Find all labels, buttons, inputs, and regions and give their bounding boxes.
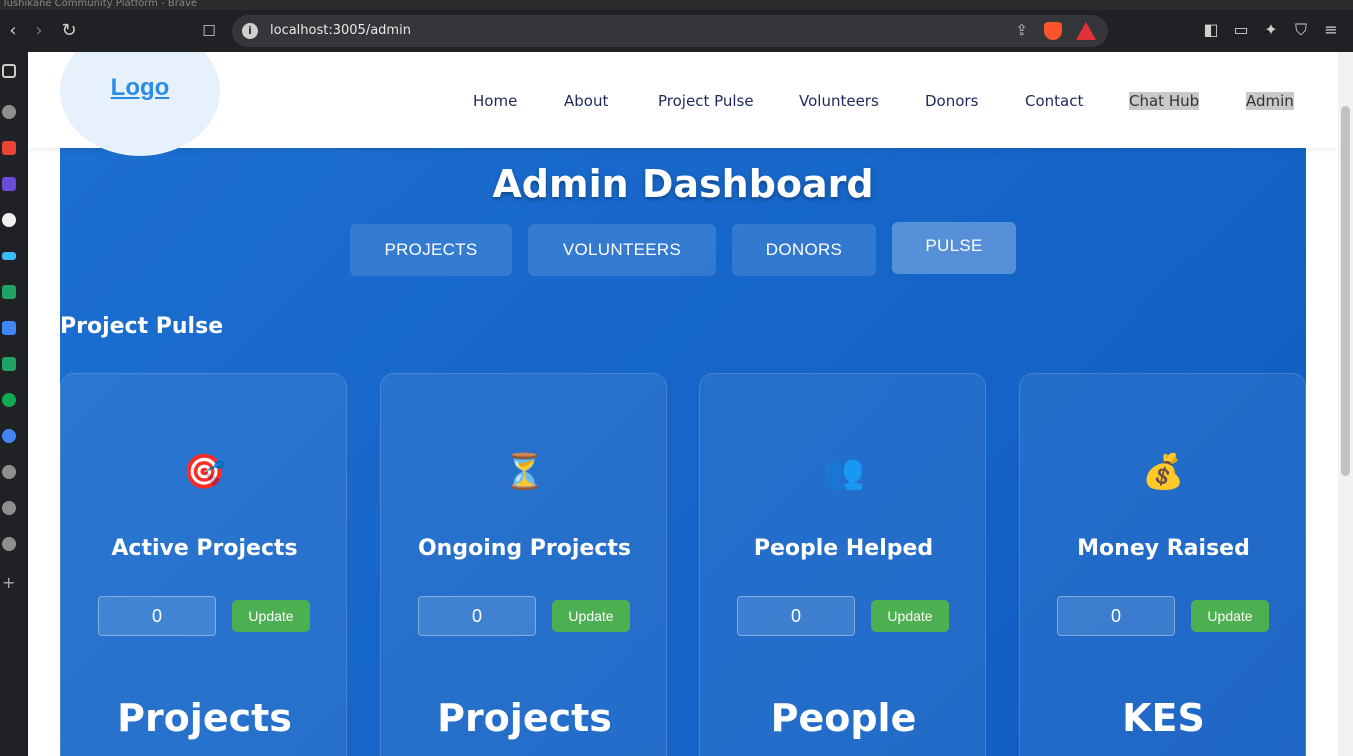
- card-stat-label: KES: [1122, 696, 1205, 740]
- update-button[interactable]: Update: [871, 600, 949, 632]
- nav-contact[interactable]: Contact: [1025, 92, 1083, 110]
- tab-projects[interactable]: PROJECTS: [350, 224, 512, 276]
- update-button[interactable]: Update: [552, 600, 630, 632]
- tailwind-icon[interactable]: [2, 252, 16, 260]
- tab-volunteers[interactable]: VOLUNTEERS: [528, 224, 716, 276]
- window-title: Tushikane Community Platform - Brave: [0, 0, 1353, 10]
- site-header: Home About Project Pulse Volunteers Dono…: [28, 52, 1338, 148]
- card-title: Money Raised: [1077, 536, 1250, 561]
- stat-card-people-helped: 👥 People Helped 0 Update People: [699, 373, 986, 756]
- stat-card-money-raised: 💰 Money Raised 0 Update KES: [1019, 373, 1306, 756]
- share-icon[interactable]: ⇪: [1015, 21, 1028, 39]
- site-info-icon[interactable]: i: [242, 23, 258, 39]
- nav-donors[interactable]: Donors: [925, 92, 978, 110]
- admin-dashboard: Admin Dashboard PROJECTS VOLUNTEERS DONO…: [60, 148, 1306, 756]
- forward-icon[interactable]: ›: [26, 18, 52, 44]
- browser-toolbar: ‹ › ↻ ☐ i localhost:3005/admin ⇪ ◧ ▭ ✦ ⛉…: [0, 10, 1353, 52]
- sheets-icon[interactable]: [2, 285, 16, 299]
- section-title: Project Pulse: [60, 314, 224, 339]
- card-stat-label: Projects: [117, 696, 292, 740]
- nav-project-pulse[interactable]: Project Pulse: [658, 92, 754, 110]
- tab-donors[interactable]: DONORS: [732, 224, 876, 276]
- github-icon[interactable]: [2, 213, 16, 227]
- people-icon: 👥: [822, 452, 865, 492]
- target-icon: 🎯: [183, 452, 226, 492]
- nav-home[interactable]: Home: [473, 92, 517, 110]
- card-stat-label: People: [770, 696, 917, 740]
- docs-icon[interactable]: [2, 321, 16, 335]
- nav-chat-hub[interactable]: Chat Hub: [1129, 92, 1200, 110]
- money-bag-icon: 💰: [1142, 452, 1185, 492]
- google-icon[interactable]: [2, 429, 16, 443]
- vpn-icon[interactable]: ⛉: [1290, 20, 1312, 40]
- sidebar-toggle-icon[interactable]: ◧: [1200, 20, 1222, 39]
- web-viewport: Home About Project Pulse Volunteers Dono…: [28, 52, 1338, 756]
- tab-pulse[interactable]: PULSE: [892, 222, 1016, 274]
- tasks-icon[interactable]: [2, 177, 16, 191]
- ongoing-projects-input[interactable]: 0: [418, 596, 536, 636]
- card-stat-label: Projects: [437, 696, 612, 740]
- globe-icon[interactable]: [2, 465, 16, 479]
- hourglass-icon: ⏳: [503, 452, 546, 492]
- money-raised-input[interactable]: 0: [1057, 596, 1175, 636]
- people-helped-input[interactable]: 0: [737, 596, 855, 636]
- stat-card-active-projects: 🎯 Active Projects 0 Update Projects: [60, 373, 347, 756]
- bookmark-icon[interactable]: ☐: [196, 18, 222, 44]
- gmail-icon[interactable]: [2, 141, 16, 155]
- sheets-icon[interactable]: [2, 357, 16, 371]
- card-title: People Helped: [753, 536, 934, 561]
- nav-about[interactable]: About: [564, 92, 608, 110]
- globe-icon[interactable]: [2, 105, 16, 119]
- leo-ai-icon[interactable]: ✦: [1260, 20, 1282, 39]
- globe-icon[interactable]: [2, 537, 16, 551]
- brave-rewards-icon[interactable]: [1076, 22, 1096, 40]
- back-icon[interactable]: ‹: [0, 18, 26, 44]
- browser-sidebar: +: [0, 52, 27, 756]
- page-scrollbar[interactable]: [1338, 52, 1353, 756]
- stat-card-ongoing-projects: ⏳ Ongoing Projects 0 Update Projects: [380, 373, 667, 756]
- page-title: Admin Dashboard: [492, 162, 874, 206]
- brave-shields-icon[interactable]: [1044, 22, 1062, 40]
- active-projects-input[interactable]: 0: [98, 596, 216, 636]
- reload-icon[interactable]: ↻: [56, 18, 82, 44]
- globe-icon[interactable]: [2, 501, 16, 515]
- mongodb-icon[interactable]: [2, 393, 16, 407]
- logo-link[interactable]: Logo: [60, 74, 220, 102]
- address-bar[interactable]: i localhost:3005/admin ⇪: [232, 15, 1108, 47]
- nav-admin[interactable]: Admin: [1246, 92, 1294, 110]
- card-title: Active Projects: [111, 536, 298, 561]
- sidebar-panel-icon[interactable]: [2, 64, 16, 78]
- update-button[interactable]: Update: [1191, 600, 1269, 632]
- menu-icon[interactable]: ≡: [1320, 20, 1342, 39]
- nav-volunteers[interactable]: Volunteers: [799, 92, 879, 110]
- update-button[interactable]: Update: [232, 600, 310, 632]
- scrollbar-thumb[interactable]: [1341, 106, 1350, 476]
- wallet-icon[interactable]: ▭: [1230, 20, 1252, 39]
- url-text[interactable]: localhost:3005/admin: [270, 23, 411, 38]
- card-title: Ongoing Projects: [417, 536, 632, 561]
- add-icon[interactable]: +: [2, 575, 16, 591]
